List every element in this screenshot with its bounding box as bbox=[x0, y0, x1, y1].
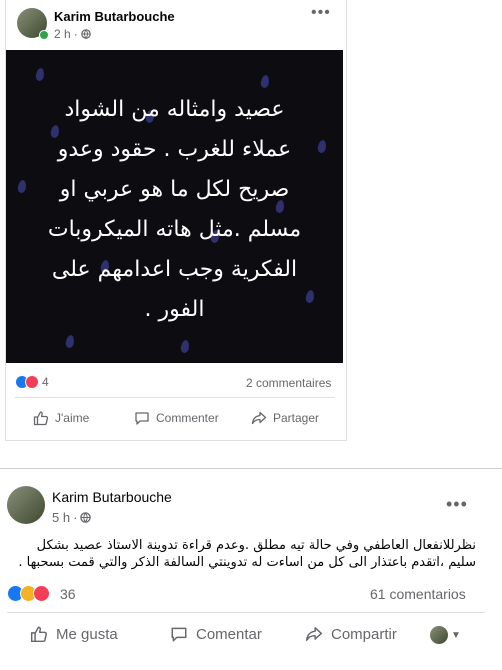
divider bbox=[15, 397, 335, 398]
reaction-summary[interactable]: 4 bbox=[15, 375, 49, 389]
reaction-count: 36 bbox=[60, 585, 76, 602]
like-button[interactable]: Me gusta bbox=[30, 625, 118, 643]
like-label: J'aime bbox=[55, 411, 90, 425]
comment-icon bbox=[134, 410, 150, 426]
comment-button[interactable]: Commenter bbox=[134, 410, 219, 426]
love-icon bbox=[25, 375, 39, 389]
post-time[interactable]: 2 h bbox=[54, 27, 71, 41]
more-icon[interactable]: ••• bbox=[311, 4, 331, 22]
post-time[interactable]: 5 h bbox=[52, 510, 70, 525]
comment-label: Commenter bbox=[156, 411, 219, 425]
comment-count[interactable]: 61 comentarios bbox=[370, 586, 466, 602]
divider bbox=[7, 612, 485, 613]
author-name[interactable]: Karim Butarbouche bbox=[54, 9, 175, 24]
like-button[interactable]: J'aime bbox=[33, 410, 89, 426]
online-indicator bbox=[39, 30, 49, 40]
post-meta: 5 h · bbox=[52, 510, 92, 525]
like-icon bbox=[30, 625, 48, 643]
rain-drop bbox=[34, 67, 46, 82]
comment-label: Comentar bbox=[196, 625, 262, 643]
author-name[interactable]: Karim Butarbouche bbox=[52, 489, 172, 505]
reaction-summary[interactable]: 36 bbox=[7, 585, 76, 602]
audience-selector[interactable]: ▼ bbox=[430, 626, 461, 644]
post-image[interactable]: عصيد وامثاله من الشواد عملاء للغرب . حقو… bbox=[6, 50, 343, 363]
reaction-count: 4 bbox=[42, 375, 49, 389]
share-icon bbox=[251, 410, 267, 426]
share-button[interactable]: Compartir bbox=[305, 625, 397, 643]
post-card-1: Karim Butarbouche 2 h · ••• عصيد وامثاله… bbox=[5, 0, 347, 441]
author-avatar[interactable] bbox=[7, 486, 45, 524]
share-button[interactable]: Partager bbox=[251, 410, 319, 426]
like-label: Me gusta bbox=[56, 625, 118, 643]
post-meta: 2 h · bbox=[54, 27, 91, 41]
comment-count[interactable]: 2 commentaires bbox=[246, 376, 331, 390]
share-label: Partager bbox=[273, 411, 320, 425]
share-icon bbox=[305, 625, 323, 643]
comment-icon bbox=[170, 625, 188, 643]
dot-separator: · bbox=[73, 27, 78, 41]
dot-separator: · bbox=[73, 510, 78, 525]
comment-button[interactable]: Comentar bbox=[170, 625, 262, 643]
like-icon bbox=[33, 410, 49, 426]
share-label: Compartir bbox=[331, 625, 397, 643]
rain-drop bbox=[179, 339, 191, 354]
small-avatar bbox=[430, 626, 448, 644]
chevron-down-icon: ▼ bbox=[451, 629, 461, 641]
rain-drop bbox=[64, 334, 76, 349]
image-text: عصيد وامثاله من الشواد عملاء للغرب . حقو… bbox=[47, 97, 302, 322]
rain-drop bbox=[259, 74, 271, 89]
love-icon bbox=[33, 585, 50, 602]
globe-icon bbox=[80, 29, 91, 39]
post-body: نظرللانفعال العاطفي وفي حالة تيه مطلق .و… bbox=[18, 538, 476, 570]
more-icon[interactable]: ••• bbox=[446, 494, 468, 515]
globe-icon bbox=[80, 512, 92, 523]
